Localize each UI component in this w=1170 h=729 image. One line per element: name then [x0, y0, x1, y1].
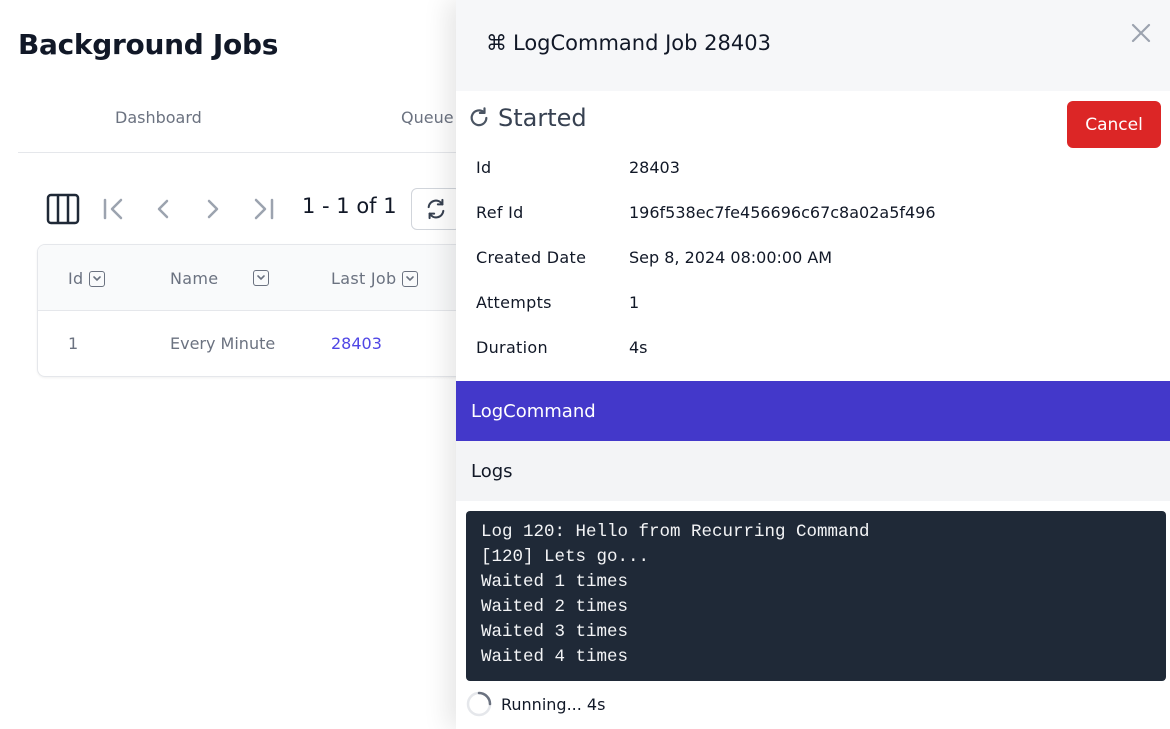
first-page-button[interactable] — [100, 188, 128, 230]
log-line: Waited 4 times — [481, 647, 629, 667]
page-title: Background Jobs — [18, 28, 279, 61]
first-page-icon — [103, 198, 123, 220]
page: Background Jobs Dashboard Queue 1 - 1 of… — [0, 0, 1170, 729]
detail-row-created-date: Created Date Sep 8, 2024 08:00:00 AM — [476, 248, 1136, 272]
column-header-id[interactable]: Id — [68, 269, 106, 288]
name-sort-control[interactable] — [253, 270, 269, 286]
detail-row-id: Id 28403 — [476, 158, 1136, 182]
command-icon: ⌘ — [486, 31, 507, 55]
jobs-table: Id Name Last Job 1 Every Minute 28403 — [37, 244, 477, 377]
sort-icon[interactable] — [89, 270, 106, 287]
cell-name: Every Minute — [170, 334, 276, 353]
cancel-button[interactable]: Cancel — [1067, 101, 1161, 148]
detail-row-ref-id: Ref Id 196f538ec7fe456696c67c8a02a5f496 — [476, 203, 1136, 227]
refresh-icon — [427, 198, 445, 220]
log-line: [120] Lets go... — [481, 547, 650, 567]
sort-icon[interactable] — [253, 270, 269, 286]
prev-page-button[interactable] — [150, 188, 176, 230]
chevron-right-icon — [207, 199, 219, 219]
close-icon — [1131, 23, 1151, 43]
next-page-button[interactable] — [200, 188, 226, 230]
column-header-label: Last Job — [331, 269, 397, 288]
job-status: Started — [468, 104, 587, 132]
pager-text: 1 - 1 of 1 — [302, 194, 397, 218]
detail-key: Duration — [476, 338, 548, 357]
log-console: Log 120: Hello from Recurring Command [1… — [466, 511, 1166, 681]
detail-key: Created Date — [476, 248, 587, 267]
table-toolbar: 1 - 1 of 1 — [46, 188, 466, 230]
last-job-link[interactable]: 28403 — [331, 334, 382, 353]
tab-dashboard[interactable]: Dashboard — [115, 108, 202, 127]
detail-value: 28403 — [629, 158, 680, 177]
running-indicator: Running... 4s — [466, 691, 605, 717]
table-row[interactable]: 1 Every Minute 28403 — [38, 312, 476, 376]
log-line: Waited 1 times — [481, 572, 629, 592]
logs-heading: Logs — [456, 441, 1170, 501]
detail-value: 1 — [629, 293, 640, 312]
log-line: Log 120: Hello from Recurring Command — [481, 522, 870, 542]
detail-row-duration: Duration 4s — [476, 338, 1136, 362]
panel-header: ⌘ LogCommand Job 28403 — [456, 0, 1170, 91]
tab-queue[interactable]: Queue — [401, 108, 454, 127]
log-line: Waited 3 times — [481, 622, 629, 642]
status-text: Started — [498, 104, 587, 132]
last-page-button[interactable] — [249, 188, 277, 230]
last-page-icon — [254, 198, 274, 220]
spinner-icon — [466, 691, 492, 717]
tab-bar: Dashboard Queue — [18, 96, 478, 153]
column-header-label: Name — [170, 269, 219, 288]
detail-key: Id — [476, 158, 492, 177]
detail-key: Ref Id — [476, 203, 524, 222]
chevron-left-icon — [157, 199, 169, 219]
running-text: Running... 4s — [501, 694, 606, 714]
columns-button[interactable] — [46, 188, 80, 230]
job-detail-panel: ⌘ LogCommand Job 28403 Started Cancel Id… — [456, 0, 1170, 729]
refresh-icon — [470, 107, 488, 127]
column-header-last-job[interactable]: Last Job — [331, 269, 419, 288]
sort-icon[interactable] — [402, 270, 419, 287]
cell-id: 1 — [68, 334, 79, 353]
column-header-label: Id — [68, 269, 84, 288]
command-name-bar: LogCommand — [456, 381, 1170, 441]
column-header-name[interactable]: Name — [170, 269, 218, 288]
detail-row-attempts: Attempts 1 — [476, 293, 1136, 317]
panel-title-text: LogCommand Job 28403 — [513, 31, 771, 55]
close-button[interactable] — [1128, 20, 1154, 46]
detail-value: 4s — [629, 338, 648, 357]
detail-value: Sep 8, 2024 08:00:00 AM — [629, 248, 833, 267]
panel-title: ⌘ LogCommand Job 28403 — [486, 31, 771, 55]
detail-value: 196f538ec7fe456696c67c8a02a5f496 — [629, 203, 936, 222]
log-line: Waited 2 times — [481, 597, 629, 617]
table-header: Id Name Last Job — [38, 245, 476, 311]
detail-key: Attempts — [476, 293, 552, 312]
refresh-button[interactable] — [411, 188, 461, 230]
columns-icon — [46, 193, 80, 225]
